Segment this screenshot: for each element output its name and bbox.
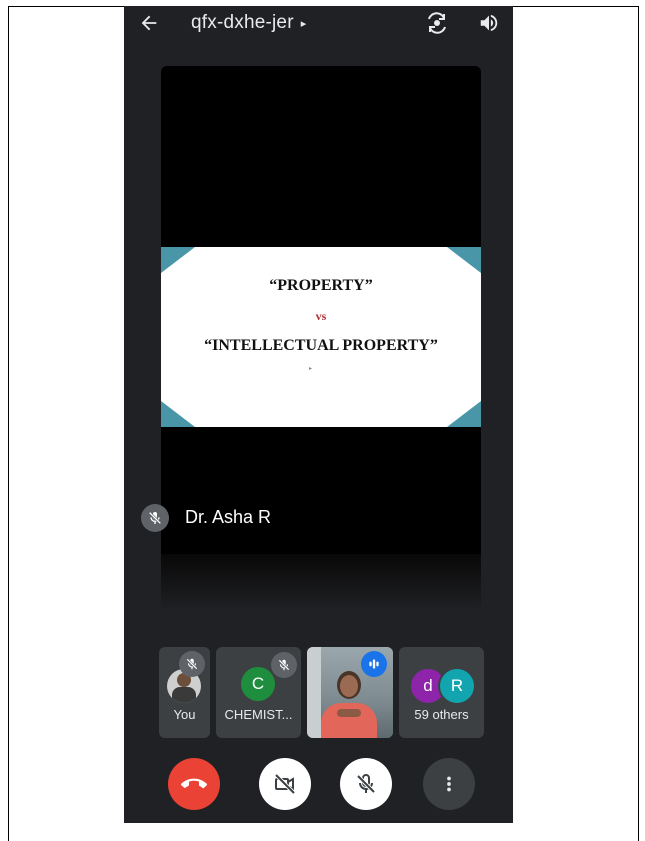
pointer-icon: ▸ — [309, 366, 313, 372]
mic-off-icon — [148, 511, 162, 525]
participant-mic-off-indicator — [271, 652, 297, 678]
top-bar: qfx-dxhe-jer ▸ — [124, 6, 513, 40]
avatar-letter: R — [450, 676, 464, 695]
volume-up-icon — [480, 14, 498, 32]
caret-right-icon: ▸ — [300, 17, 307, 30]
participant-name: CHEMIST... — [224, 707, 293, 722]
frame-border-left — [8, 6, 9, 841]
slide-corner-decoration — [161, 401, 195, 427]
back-button[interactable] — [136, 10, 162, 36]
meeting-code-button[interactable]: qfx-dxhe-jer ▸ — [191, 12, 306, 34]
mic-off-icon — [186, 658, 198, 670]
frame-border-right — [638, 6, 639, 841]
switch-camera-icon — [428, 12, 446, 34]
arrow-back-icon — [141, 15, 157, 31]
participant-tile-you[interactable]: You — [159, 647, 210, 738]
shared-slide: “PROPERTY” vs “INTELLECTUAL PROPERTY” ▸ — [161, 247, 481, 427]
participant-name: 59 others — [414, 707, 469, 722]
participant-mic-off-indicator — [179, 651, 205, 677]
avatar-letter: C — [251, 674, 265, 693]
slide-corner-decoration — [161, 247, 195, 273]
presenter-name: Dr. Asha R — [185, 507, 272, 527]
meet-call-screen: qfx-dxhe-jer ▸ “PROPERTY” vs “INTELLECTU… — [124, 6, 513, 823]
mic-off-icon — [278, 659, 290, 671]
end-call-button[interactable] — [168, 758, 220, 810]
avatar-letter: d — [423, 676, 433, 695]
mic-off-icon — [356, 774, 376, 794]
participant-tile-chemist[interactable]: C CHEMIST... — [216, 647, 301, 738]
participant-name: You — [173, 707, 196, 722]
participant-tile-others[interactable]: d R 59 others — [399, 647, 484, 738]
more-options-button[interactable] — [423, 758, 475, 810]
slide-title-line2: “INTELLECTUAL PROPERTY” — [204, 337, 438, 354]
avatar: R — [438, 667, 476, 705]
switch-camera-button[interactable] — [424, 10, 450, 36]
slide-vs: vs — [315, 309, 327, 323]
participant-tile-active-speaker[interactable] — [307, 647, 393, 738]
speaking-indicator — [361, 651, 387, 677]
slide-corner-decoration — [447, 247, 481, 273]
camera-off-icon — [274, 773, 296, 795]
meeting-code: qfx-dxhe-jer — [191, 12, 294, 33]
tile-footer — [161, 554, 481, 608]
slide-title-line1: “PROPERTY” — [269, 277, 373, 294]
avatar: C — [241, 667, 275, 701]
audio-level-icon — [369, 659, 379, 669]
slide-corner-decoration — [447, 401, 481, 427]
mic-toggle-button[interactable] — [340, 758, 392, 810]
more-vert-icon — [447, 776, 451, 792]
camera-toggle-button[interactable] — [259, 758, 311, 810]
audio-output-button[interactable] — [476, 10, 502, 36]
call-end-icon — [181, 778, 207, 789]
presenter-mic-off-indicator — [141, 504, 169, 532]
